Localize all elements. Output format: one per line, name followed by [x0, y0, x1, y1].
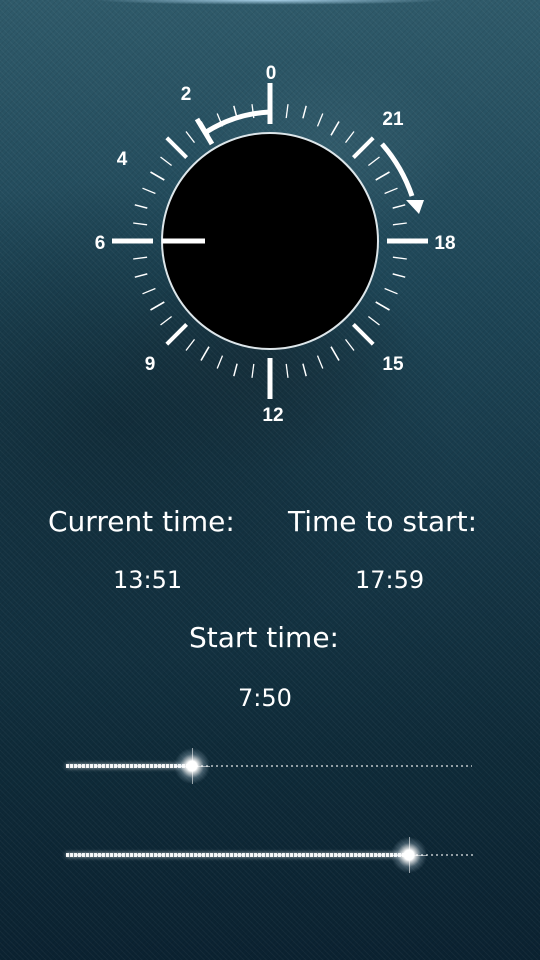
dial-graphic: 0 2 4 6 9 12 15 18 21: [95, 63, 456, 426]
dial-tick: [165, 322, 189, 346]
dial-minor-tick: [251, 363, 255, 378]
dial-tick: [392, 273, 406, 278]
dial-minor-tick: [384, 187, 398, 195]
dial-minor-tick: [160, 315, 172, 326]
dial-tick: [302, 105, 307, 119]
dial-number-21: 21: [382, 109, 404, 130]
dial-minor-tick: [392, 256, 407, 260]
dial-tick: [330, 346, 340, 361]
start-time-value: 7:50: [238, 684, 292, 712]
time-to-start-label: Time to start:: [288, 505, 478, 538]
dial-tick: [351, 322, 375, 346]
dial-number-9: 9: [145, 354, 156, 375]
dial-tick: [134, 273, 148, 278]
dial-minor-tick: [142, 287, 156, 295]
dial-tick: [392, 204, 406, 209]
dial-minor-tick: [384, 287, 398, 295]
dial-minor-tick: [185, 131, 196, 143]
minute-slider[interactable]: [66, 835, 474, 875]
dial-number-12: 12: [262, 405, 283, 426]
timer-dial[interactable]: 0 2 4 6 9 12 15 18 21: [0, 0, 540, 440]
slider-thumb[interactable]: [390, 837, 427, 873]
dial-tick: [375, 171, 390, 181]
dial-tick: [200, 346, 210, 361]
hour-slider[interactable]: [66, 746, 472, 786]
dial-minor-tick: [392, 222, 407, 226]
dial-tick: [165, 136, 189, 160]
dial-minor-tick: [142, 187, 156, 195]
slider-thumb[interactable]: [173, 748, 210, 784]
dial-tick: [330, 121, 340, 136]
current-time-value: 13:51: [113, 566, 183, 594]
dial-number-0: 0: [266, 63, 277, 84]
dial-minor-tick: [344, 131, 355, 143]
dial-number-2: 2: [181, 84, 192, 105]
dial-minor-tick: [344, 339, 355, 351]
direction-arrowhead-icon: [406, 200, 424, 214]
dial-tick: [375, 301, 390, 311]
time-to-start-value: 17:59: [355, 566, 425, 594]
slider-fill: [66, 853, 409, 857]
start-time-label: Start time:: [189, 621, 339, 654]
dial-minor-tick: [316, 113, 324, 127]
dial-minor-tick: [285, 363, 289, 378]
dial-number-6: 6: [95, 233, 106, 254]
dial-minor-tick: [216, 355, 224, 369]
dial-minor-tick: [316, 355, 324, 369]
dial-minor-tick: [160, 156, 172, 167]
dial-minor-tick: [185, 339, 196, 351]
dial-minor-tick: [368, 315, 380, 326]
dial-number-18: 18: [434, 233, 455, 254]
dial-minor-tick: [133, 256, 148, 260]
dial-tick: [134, 204, 148, 209]
dial-tick: [233, 363, 238, 377]
dial-number-4: 4: [117, 149, 128, 170]
dial-tick: [302, 363, 307, 377]
dial-number-15: 15: [382, 354, 404, 375]
dial-tick: [150, 171, 165, 181]
dial-tick: [351, 136, 375, 160]
current-time-label: Current time:: [48, 505, 235, 538]
dial-minor-tick: [285, 104, 289, 119]
range-arc: [204, 109, 271, 135]
dial-minor-tick: [368, 156, 380, 167]
dial-tick: [150, 301, 165, 311]
dial-minor-tick: [133, 222, 148, 226]
